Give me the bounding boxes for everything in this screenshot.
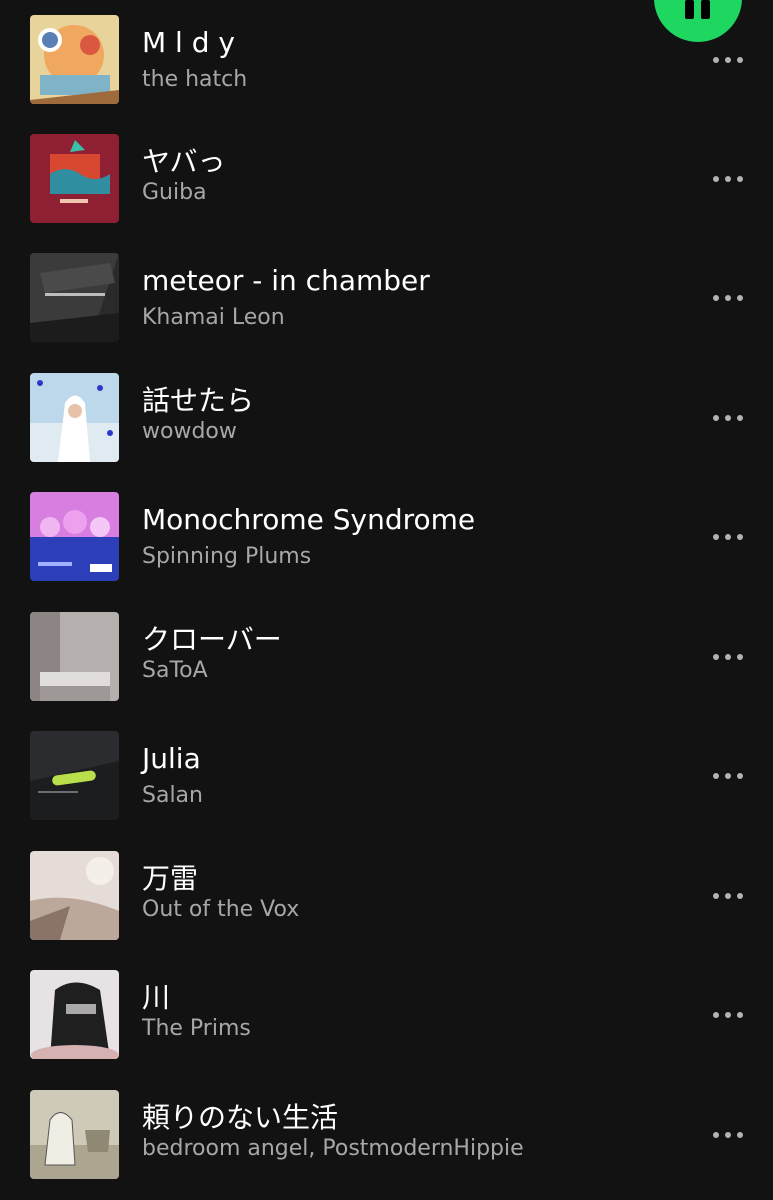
album-cover bbox=[30, 373, 119, 462]
track-artist: the hatch bbox=[142, 67, 248, 92]
track-row[interactable]: 頼りのない生活 bedroom angel, PostmodernHippie bbox=[0, 1075, 773, 1194]
more-options-icon bbox=[713, 295, 719, 301]
track-row[interactable]: 話せたら wowdow bbox=[0, 358, 773, 477]
track-artist: Spinning Plums bbox=[142, 544, 312, 569]
more-options-button[interactable] bbox=[702, 995, 754, 1035]
album-cover bbox=[30, 851, 119, 940]
more-options-button[interactable] bbox=[702, 398, 754, 438]
track-title: ヤバっ bbox=[142, 145, 226, 178]
more-options-button[interactable] bbox=[702, 159, 754, 199]
track-row[interactable]: M l d y the hatch bbox=[0, 0, 773, 119]
more-options-icon bbox=[713, 893, 719, 899]
more-options-icon bbox=[713, 534, 719, 540]
track-row[interactable]: meteor - in chamber Khamai Leon bbox=[0, 238, 773, 357]
track-artist: Salan bbox=[142, 783, 203, 808]
track-title: 頼りのない生活 bbox=[142, 1101, 339, 1134]
more-options-icon bbox=[713, 1012, 719, 1018]
track-title: 話せたら bbox=[142, 384, 255, 417]
more-options-icon bbox=[713, 654, 719, 660]
album-cover bbox=[30, 253, 119, 342]
track-artist: bedroom angel, PostmodernHippie bbox=[142, 1136, 524, 1161]
track-title: M l d y bbox=[142, 26, 235, 59]
track-artist: SaToA bbox=[142, 658, 208, 683]
track-row[interactable]: Monochrome Syndrome Spinning Plums bbox=[0, 477, 773, 596]
track-row[interactable]: 万雷 Out of the Vox bbox=[0, 836, 773, 955]
track-row[interactable]: Julia Salan bbox=[0, 716, 773, 835]
album-cover bbox=[30, 15, 119, 104]
track-title: 川 bbox=[142, 981, 171, 1014]
album-cover bbox=[30, 492, 119, 581]
track-artist: wowdow bbox=[142, 419, 237, 444]
more-options-button[interactable] bbox=[702, 756, 754, 796]
track-title: meteor - in chamber bbox=[142, 264, 430, 297]
more-options-button[interactable] bbox=[702, 876, 754, 916]
track-artist: Guiba bbox=[142, 180, 207, 205]
more-options-button[interactable] bbox=[702, 637, 754, 677]
album-cover bbox=[30, 970, 119, 1059]
more-options-icon bbox=[713, 176, 719, 182]
track-artist: Khamai Leon bbox=[142, 305, 285, 330]
album-cover bbox=[30, 731, 119, 820]
more-options-icon bbox=[713, 773, 719, 779]
pause-icon bbox=[685, 0, 694, 19]
more-options-button[interactable] bbox=[702, 278, 754, 318]
more-options-button[interactable] bbox=[702, 1115, 754, 1155]
more-options-icon bbox=[713, 1132, 719, 1138]
track-title: クローバー bbox=[142, 623, 282, 656]
track-row[interactable]: ヤバっ Guiba bbox=[0, 119, 773, 238]
track-title: Monochrome Syndrome bbox=[142, 503, 476, 536]
more-options-button[interactable] bbox=[702, 517, 754, 557]
more-options-icon bbox=[713, 57, 719, 63]
track-artist: Out of the Vox bbox=[142, 897, 300, 922]
track-artist: The Prims bbox=[142, 1016, 251, 1041]
more-options-icon bbox=[713, 415, 719, 421]
album-cover bbox=[30, 1090, 119, 1179]
more-options-button[interactable] bbox=[702, 40, 754, 80]
album-cover bbox=[30, 612, 119, 701]
track-title: Julia bbox=[142, 742, 201, 775]
album-cover bbox=[30, 134, 119, 223]
track-row[interactable]: 川 The Prims bbox=[0, 955, 773, 1074]
track-title: 万雷 bbox=[142, 862, 199, 895]
track-row[interactable]: クローバー SaToA bbox=[0, 597, 773, 716]
